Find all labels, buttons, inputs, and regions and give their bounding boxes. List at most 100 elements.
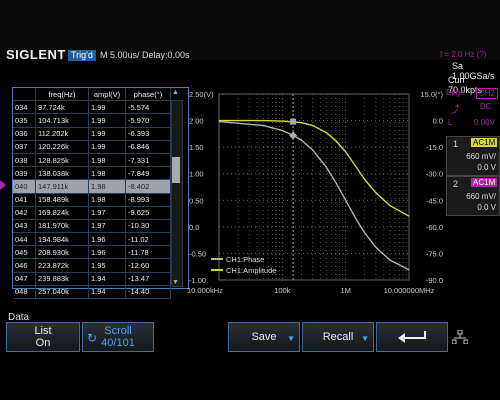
timebase-readout[interactable]: M 5.00us/ Delay:0.00s bbox=[100, 50, 190, 60]
row-index: 045 bbox=[13, 245, 36, 260]
ch1-coupling: AC1M bbox=[471, 138, 498, 147]
row-freq: 223.872k bbox=[35, 258, 89, 273]
col-index-header bbox=[13, 88, 36, 102]
phase-curve bbox=[218, 120, 410, 271]
y-left-tick-label: 0.0 bbox=[189, 223, 199, 232]
row-phase: -11.02 bbox=[125, 232, 171, 247]
row-index: 037 bbox=[13, 140, 36, 154]
table-row[interactable]: 048 257.040k 1.94 -14.40 bbox=[13, 285, 171, 300]
row-index: 042 bbox=[13, 206, 36, 220]
ch2-panel[interactable]: 2 AC1M 660 mV/ 0.0 V bbox=[446, 176, 500, 216]
row-index: 043 bbox=[13, 219, 36, 234]
col-phase-header: phase(°) bbox=[125, 88, 171, 102]
trigger-info-panel[interactable]: Edge CH2 ⤴ DC L 0.00V bbox=[446, 88, 499, 134]
row-index: 041 bbox=[13, 193, 36, 207]
row-freq: 147.911k bbox=[35, 179, 89, 194]
row-ampl: 1.99 bbox=[88, 140, 126, 154]
level-label: L bbox=[448, 118, 453, 127]
table-row[interactable]: 043 181.970k 1.97 -10.30 bbox=[13, 219, 171, 234]
list-label: List bbox=[34, 325, 52, 337]
recall-label: Recall bbox=[322, 331, 354, 343]
table-scrollbar[interactable] bbox=[171, 100, 183, 287]
row-index: 036 bbox=[13, 127, 36, 141]
bode-plot[interactable]: 2.50(V) 2.00 1.50 1.00 0.50 0.0 -0.50 -1.00 15.0… bbox=[187, 87, 445, 309]
row-phase: -7.849 bbox=[125, 166, 171, 181]
row-phase: -6.846 bbox=[125, 140, 171, 154]
edge-mode: DC bbox=[480, 102, 492, 111]
y-right-tick-label: 15.0(°) bbox=[420, 90, 443, 99]
row-freq: 112.202k bbox=[35, 127, 89, 141]
y-right-tick-label: -15.0 bbox=[426, 143, 443, 152]
row-phase: -12.60 bbox=[125, 258, 171, 273]
list-button[interactable]: List On bbox=[6, 322, 80, 352]
row-ampl: 1.96 bbox=[88, 232, 126, 247]
scroll-down-icon[interactable]: ▼ bbox=[172, 279, 179, 286]
scroll-up-icon[interactable]: ▲ bbox=[172, 89, 179, 96]
data-table: freq(Hz) ampl(V) phase(°) 034 97.724k 1.99… bbox=[13, 88, 171, 300]
row-index: 039 bbox=[13, 166, 36, 181]
col-freq-header: freq(Hz) bbox=[35, 88, 89, 102]
x-tick-label: 100k bbox=[274, 286, 291, 295]
row-freq: 138.038k bbox=[35, 166, 89, 181]
table-row[interactable]: 038 128.825k 1.98 -7.331 bbox=[13, 153, 171, 168]
scroll-button[interactable]: ↻ Scroll 40/101 bbox=[82, 322, 154, 352]
row-index: 040 bbox=[13, 179, 36, 194]
ch2-number: 2 bbox=[453, 179, 459, 189]
row-freq: 158.489k bbox=[35, 193, 89, 207]
row-freq: 194.984k bbox=[35, 232, 89, 247]
scroll-thumb[interactable] bbox=[172, 157, 180, 183]
col-ampl-header: ampl(V) bbox=[88, 88, 126, 102]
row-phase: -6.393 bbox=[125, 127, 171, 141]
table-row[interactable]: 037 120.226k 1.99 -6.846 bbox=[13, 140, 171, 154]
table-row[interactable]: 040 147.911k 1.98 -8.402 bbox=[13, 179, 171, 194]
edge-label: Edge bbox=[446, 88, 465, 97]
ch1-scale: 660 mV/ bbox=[466, 152, 496, 161]
ch1-number: 1 bbox=[453, 139, 459, 149]
network-icon bbox=[451, 329, 469, 345]
ch1-panel[interactable]: 1 AC1M 660 mV/ 0.0 V bbox=[446, 136, 500, 176]
row-freq: 120.226k bbox=[35, 140, 89, 154]
y-right-tick-label: -60.0 bbox=[426, 223, 443, 232]
table-row[interactable]: 046 223.872k 1.95 -12.60 bbox=[13, 258, 171, 273]
table-row[interactable]: 035 104.713k 1.99 -5.970 bbox=[13, 113, 171, 128]
table-row[interactable]: 034 97.724k 1.99 -5.574 bbox=[13, 100, 171, 115]
edge-rising-icon: ⤴ bbox=[450, 105, 460, 116]
row-phase: -10.30 bbox=[125, 219, 171, 234]
row-index: 044 bbox=[13, 232, 36, 247]
return-arrow-icon bbox=[398, 331, 426, 343]
row-ampl: 1.95 bbox=[88, 258, 126, 273]
table-row[interactable]: 042 169.824k 1.97 -9.625 bbox=[13, 206, 171, 220]
table-row[interactable]: 045 208.930k 1.96 -11.78 bbox=[13, 245, 171, 260]
return-button[interactable] bbox=[376, 322, 448, 352]
row-index: 047 bbox=[13, 272, 36, 286]
row-freq: 239.883k bbox=[35, 272, 89, 286]
row-index: 038 bbox=[13, 153, 36, 168]
bode-data-table[interactable]: freq(Hz) ampl(V) phase(°) 034 97.724k 1.99… bbox=[12, 87, 189, 300]
y-left-tick-label: 2.50(V) bbox=[189, 90, 214, 99]
row-phase: -13.47 bbox=[125, 272, 171, 286]
ch1-offset: 0.0 V bbox=[477, 163, 496, 172]
table-row[interactable]: 036 112.202k 1.99 -6.393 bbox=[13, 127, 171, 141]
row-ampl: 1.96 bbox=[88, 245, 126, 260]
row-index: 035 bbox=[13, 113, 36, 128]
table-row[interactable]: 047 239.883k 1.94 -13.47 bbox=[13, 272, 171, 286]
row-ampl: 1.97 bbox=[88, 206, 126, 220]
phase-cursor-marker bbox=[289, 131, 298, 140]
save-button[interactable]: Save ▼ bbox=[228, 322, 300, 352]
row-phase: -8.402 bbox=[125, 179, 171, 194]
amplitude-curve bbox=[219, 119, 410, 217]
table-row[interactable]: 044 194.984k 1.96 -11.02 bbox=[13, 232, 171, 247]
ch2-level-marker-icon[interactable] bbox=[0, 180, 6, 190]
row-ampl: 1.94 bbox=[88, 272, 126, 286]
ch2-coupling: AC1M bbox=[471, 178, 498, 187]
recall-button[interactable]: Recall ▼ bbox=[302, 322, 374, 352]
y-left-tick-label: 0.50 bbox=[189, 196, 204, 205]
y-right-tick-label: -90.0 bbox=[426, 276, 443, 285]
recall-arrow-icon: ▼ bbox=[361, 334, 369, 343]
table-row[interactable]: 039 138.038k 1.98 -7.849 bbox=[13, 166, 171, 181]
y-right-tick-label: -45.0 bbox=[426, 196, 443, 205]
brand-logo: SIGLENT bbox=[6, 47, 66, 62]
row-freq: 181.970k bbox=[35, 219, 89, 234]
amplitude-cursor-marker bbox=[290, 118, 297, 125]
table-row[interactable]: 041 158.489k 1.98 -8.993 bbox=[13, 193, 171, 207]
